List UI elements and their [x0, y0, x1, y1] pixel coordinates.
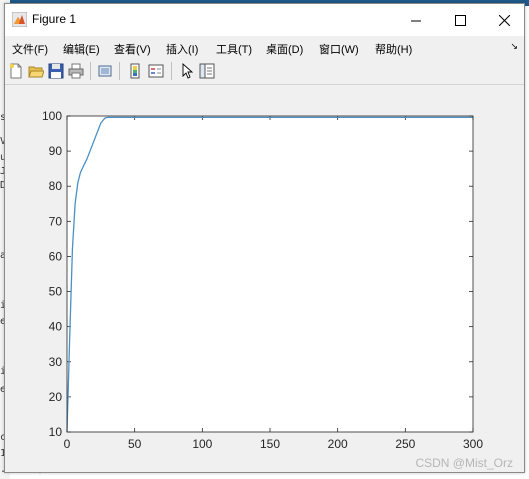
legend-icon[interactable]: [148, 63, 164, 79]
x-tick-label: 50: [128, 437, 142, 451]
title-bar[interactable]: Figure 1: [5, 4, 524, 36]
figure-canvas: 0 50 100 150 200 250 300 10 20 30 40 50 60 70 80 90 100: [5, 85, 524, 472]
menu-insert[interactable]: 插入(I): [166, 41, 198, 57]
menu-edit[interactable]: 编辑(E): [63, 41, 100, 57]
y-tick-label: 90: [49, 144, 63, 158]
close-button[interactable]: [482, 4, 526, 36]
watermark: CSDN @Mist_Orz: [415, 456, 513, 470]
menu-tools[interactable]: 工具(T): [216, 41, 252, 57]
new-figure-icon[interactable]: [8, 63, 24, 79]
x-tick-label: 250: [395, 437, 415, 451]
menu-desktop[interactable]: 桌面(D): [266, 41, 303, 57]
menu-help[interactable]: 帮助(H): [375, 41, 412, 57]
y-tick-label: 100: [42, 109, 62, 123]
minimize-button[interactable]: [394, 4, 438, 36]
y-tick-label: 30: [49, 355, 63, 369]
minimize-icon: [410, 20, 421, 21]
menu-overflow-arrow-icon[interactable]: ↘: [510, 42, 518, 52]
toolbar-separator: [119, 62, 120, 80]
menu-file[interactable]: 文件(F): [12, 41, 48, 57]
menu-bar: 文件(F) 编辑(E) 查看(V) 插入(I) 工具(T) 桌面(D) 窗口(W…: [5, 36, 524, 58]
link-plot-icon[interactable]: [97, 63, 113, 79]
line-chart[interactable]: 0 50 100 150 200 250 300 10 20 30 40 50 60 70 80 90 100: [5, 85, 524, 472]
x-tick-label: 0: [64, 437, 71, 451]
menu-view[interactable]: 查看(V): [114, 41, 151, 57]
colorbar-icon[interactable]: [127, 63, 143, 79]
close-icon: [498, 14, 510, 26]
print-icon[interactable]: [68, 63, 84, 79]
x-tick-label: 100: [192, 437, 212, 451]
y-tick-label: 60: [49, 249, 63, 263]
y-tick-label: 10: [49, 425, 63, 439]
figure-window: Figure 1 文件(F) 编辑(E) 查看(V) 插入(I) 工具(T) 桌…: [4, 3, 525, 473]
matlab-figure-icon: [12, 12, 27, 27]
axes-background: [67, 116, 473, 432]
edit-plot-arrow-icon[interactable]: [179, 63, 195, 79]
y-tick-label: 50: [49, 285, 63, 299]
menu-window[interactable]: 窗口(W): [319, 41, 359, 57]
y-tick-label: 20: [49, 390, 63, 404]
x-tick-label: 200: [328, 437, 348, 451]
maximize-button[interactable]: [438, 4, 482, 36]
open-file-icon[interactable]: [28, 63, 44, 79]
toolbar: [5, 58, 524, 85]
y-tick-label: 40: [49, 320, 63, 334]
maximize-icon: [454, 14, 466, 26]
x-tick-label: 150: [260, 437, 280, 451]
save-icon[interactable]: [48, 63, 64, 79]
toolbar-separator: [171, 62, 172, 80]
window-title: Figure 1: [32, 12, 77, 26]
x-tick-label: 300: [463, 437, 483, 451]
y-tick-label: 70: [49, 214, 63, 228]
y-tick-label: 80: [49, 179, 63, 193]
toolbar-separator: [90, 62, 91, 80]
property-inspector-icon[interactable]: [199, 63, 215, 79]
